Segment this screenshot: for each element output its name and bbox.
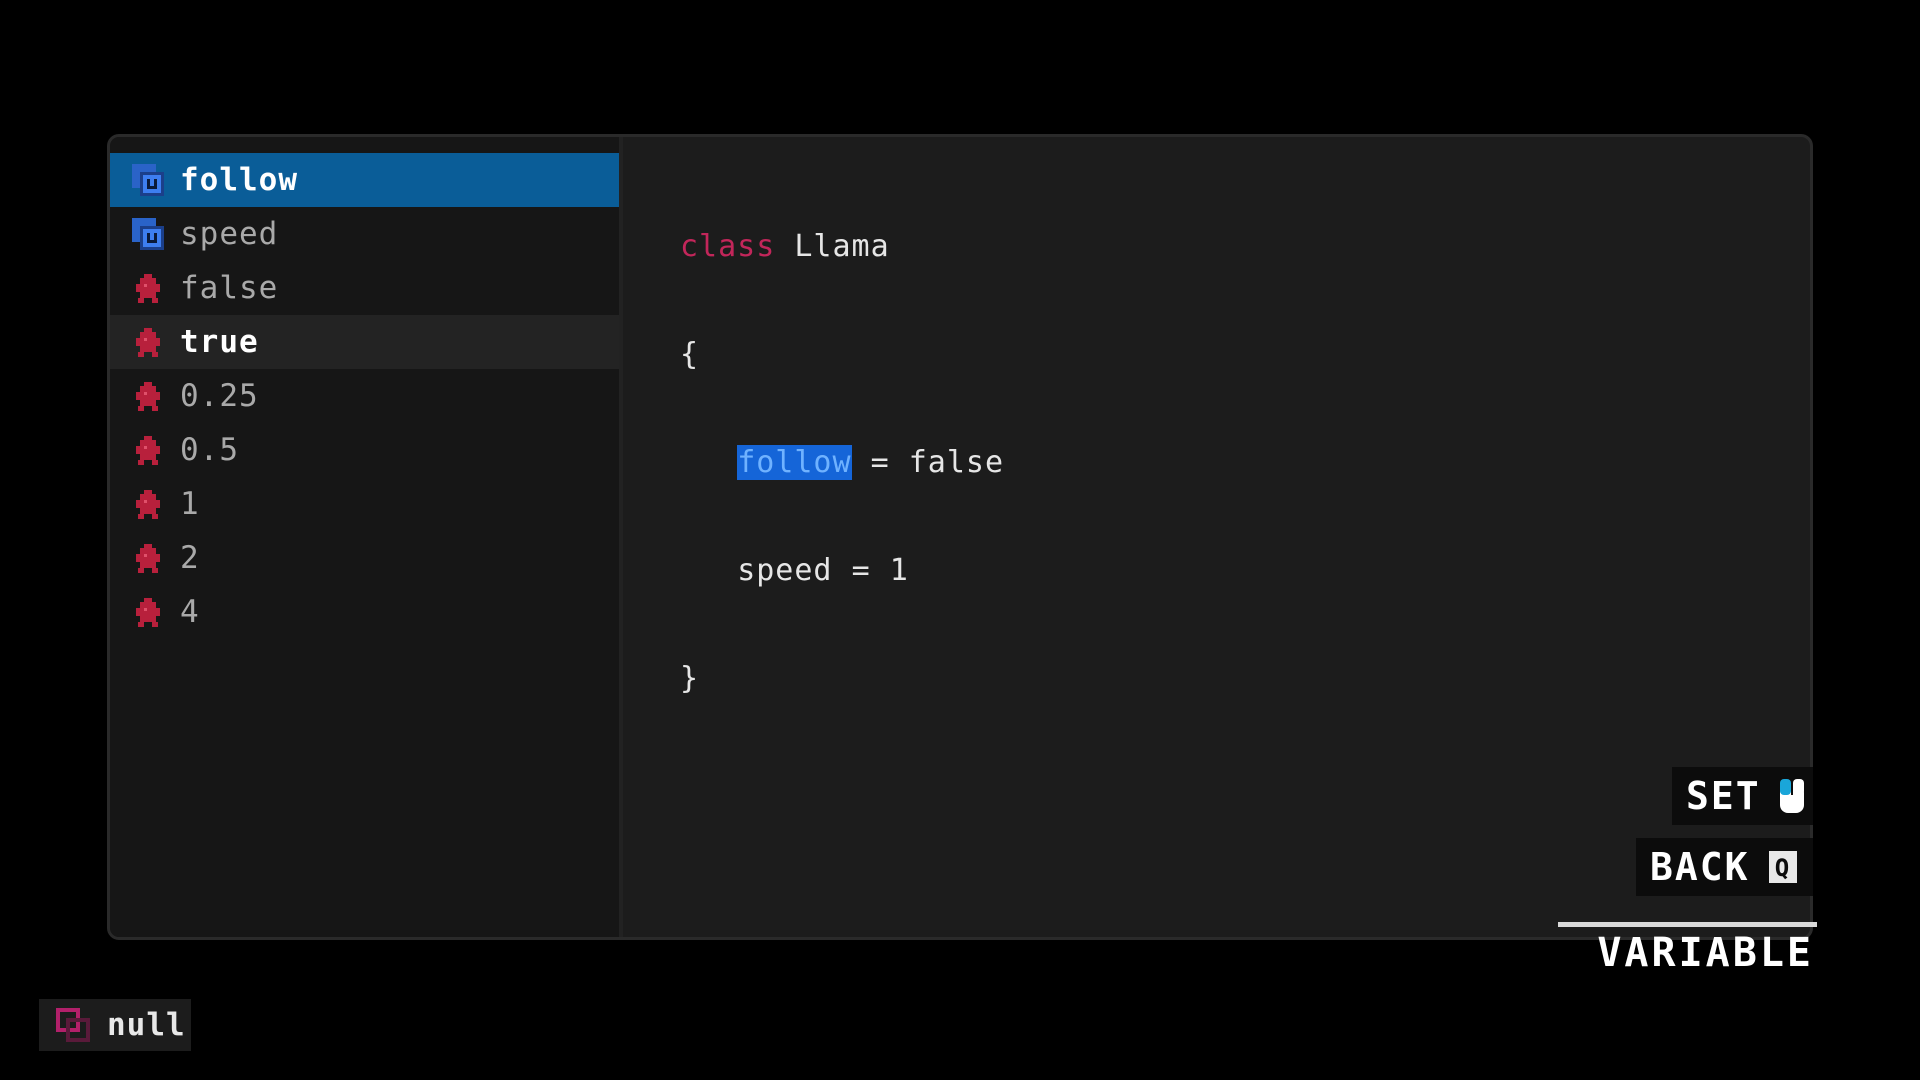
list-item-1[interactable]: 1: [110, 477, 619, 531]
list-item-label: 0.5: [180, 432, 239, 468]
editor-panel: follow speed false true 0.25 0.5 1 2 4 c…: [107, 134, 1813, 940]
back-button[interactable]: BACK Q: [1636, 838, 1813, 896]
list-item-label: 2: [180, 540, 200, 576]
list-item-speed[interactable]: speed: [110, 207, 619, 261]
value-icon: [136, 382, 160, 411]
list-item-label: true: [180, 324, 259, 360]
status-badge: null: [39, 999, 191, 1051]
code-line-speed: speed = 1: [680, 553, 1004, 589]
list-item-label: speed: [180, 216, 279, 252]
value-icon: [136, 328, 160, 357]
class-name: Llama: [794, 229, 890, 264]
variable-value: false: [908, 445, 1005, 480]
list-item-label: 1: [180, 486, 200, 522]
assign-operator: =: [870, 445, 890, 480]
status-label: null: [107, 1007, 186, 1043]
code-line-follow: follow = false: [680, 445, 1004, 481]
game-screen: follow speed false true 0.25 0.5 1 2 4 c…: [0, 0, 1920, 1080]
variable-icon: [132, 164, 164, 196]
list-item-label: follow: [180, 162, 298, 198]
value-icon: [136, 490, 160, 519]
open-brace: {: [680, 337, 700, 372]
list-item-0-25[interactable]: 0.25: [110, 369, 619, 423]
value-icon: [136, 436, 160, 465]
list-item-false[interactable]: false: [110, 261, 619, 315]
list-item-follow[interactable]: follow: [110, 153, 619, 207]
highlighted-variable[interactable]: follow: [737, 445, 852, 480]
option-list: follow speed false true 0.25 0.5 1 2 4: [110, 137, 623, 937]
list-item-label: false: [180, 270, 279, 306]
mode-divider: [1558, 922, 1817, 927]
value-icon: [136, 544, 160, 573]
variable-name[interactable]: speed: [737, 553, 832, 588]
list-item-label: 4: [180, 594, 200, 630]
null-icon: [56, 1008, 90, 1042]
variable-value: 1: [889, 553, 909, 588]
set-label: SET: [1686, 774, 1761, 818]
close-brace: }: [680, 661, 700, 696]
list-item-true[interactable]: true: [110, 315, 619, 369]
class-keyword: class: [680, 229, 776, 264]
back-key-text: Q: [1774, 854, 1790, 882]
list-item-label: 0.25: [180, 378, 259, 414]
assign-operator: =: [851, 553, 871, 588]
mode-label: VARIABLE: [1597, 930, 1814, 976]
list-item-0-5[interactable]: 0.5: [110, 423, 619, 477]
key-q-icon: Q: [1768, 851, 1797, 883]
mouse-icon: [1779, 779, 1804, 813]
code-view: class Llama { follow = false speed = 1 }: [680, 157, 1004, 769]
list-item-2[interactable]: 2: [110, 531, 619, 585]
set-button[interactable]: SET: [1672, 767, 1813, 825]
value-icon: [136, 274, 160, 303]
list-item-4[interactable]: 4: [110, 585, 619, 639]
class-declaration: class Llama: [680, 229, 1004, 265]
value-icon: [136, 598, 160, 627]
variable-icon: [132, 218, 164, 250]
back-label: BACK: [1650, 845, 1750, 889]
